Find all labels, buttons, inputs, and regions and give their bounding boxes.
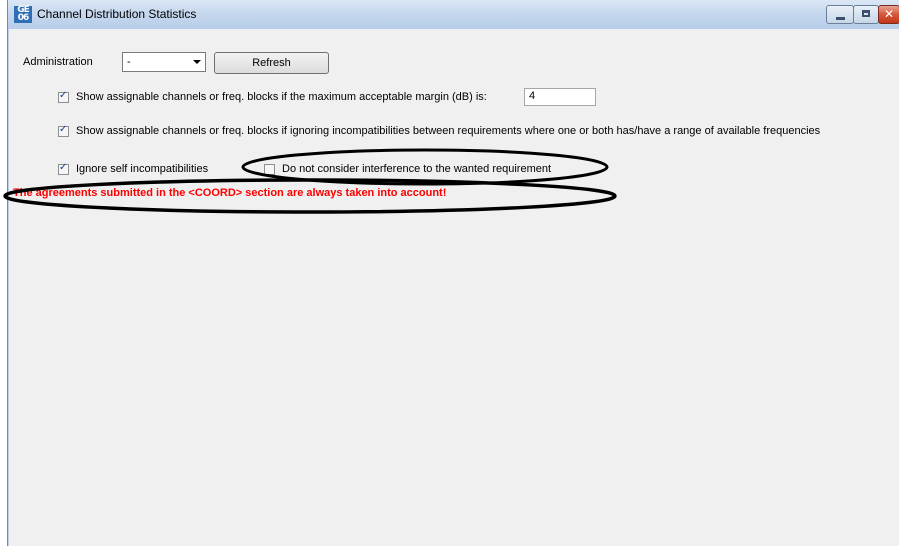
administration-dropdown[interactable]: - (122, 52, 206, 72)
max-margin-label: Show assignable channels or freq. blocks… (76, 91, 487, 103)
client-area: Administration - Refresh Show assignable… (9, 29, 899, 546)
ignore-self-checkbox[interactable] (58, 162, 69, 175)
refresh-button[interactable]: Refresh (214, 52, 329, 74)
ignore-range-label: Show assignable channels or freq. blocks… (76, 125, 821, 137)
window-title: Channel Distribution Statistics (37, 7, 197, 21)
ignore-self-label: Ignore self incompatibilities (76, 163, 209, 175)
title-bar[interactable]: GE 06 Channel Distribution Statistics (8, 0, 899, 29)
ignore-range-checkbox[interactable] (58, 124, 69, 137)
warning-message: The agreements submitted in the <COORD> … (13, 187, 447, 199)
minimize-button[interactable] (826, 5, 854, 24)
app-logo-icon: GE 06 (14, 6, 32, 23)
administration-label: Administration (23, 56, 93, 68)
administration-selected-value: - (127, 56, 131, 68)
app-window: GE06 Channel Distribution Statistics Adm… (7, 0, 899, 546)
max-margin-input[interactable]: 4 (524, 88, 596, 106)
chevron-down-icon (193, 60, 201, 64)
close-button[interactable] (878, 5, 899, 24)
no-interference-checkbox[interactable] (264, 164, 275, 175)
no-interference-label: Do not consider interference to the want… (282, 163, 552, 175)
max-margin-checkbox[interactable] (58, 90, 69, 103)
maximize-button[interactable] (853, 5, 879, 24)
